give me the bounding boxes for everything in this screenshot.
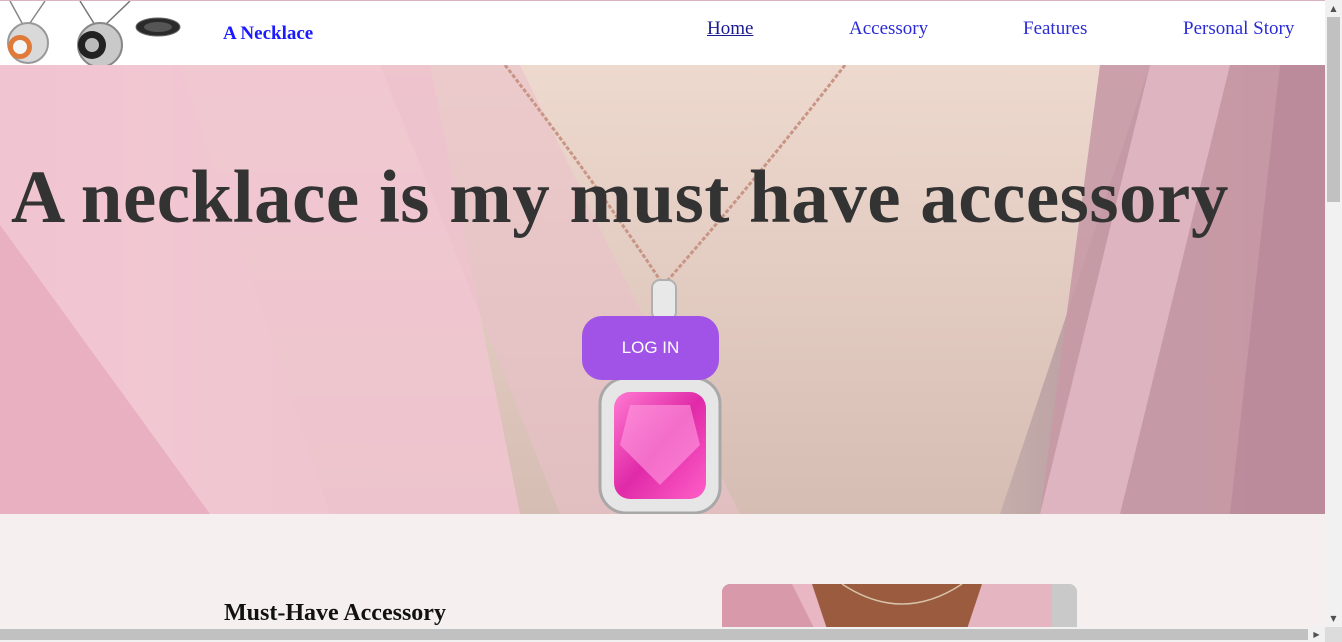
vertical-scrollbar[interactable]: ▲ ▼ [1325, 0, 1342, 627]
necklace-logo-icon [0, 1, 185, 65]
horizontal-scroll-thumb[interactable] [0, 629, 1308, 640]
hero-necklace-image [0, 65, 1325, 514]
horizontal-scrollbar[interactable]: ▶ [0, 627, 1325, 642]
woman-necklace-photo [722, 584, 1077, 627]
page-viewport: A Necklace Home Accessory Features Perso… [0, 0, 1325, 627]
scroll-up-arrow-icon[interactable]: ▲ [1325, 0, 1342, 17]
nav-personal-story[interactable]: Personal Story [1183, 18, 1294, 40]
login-button[interactable]: LOG IN [582, 316, 719, 380]
nav-features[interactable]: Features [1023, 18, 1087, 40]
hero-title: A necklace is my must have accessory [11, 156, 1229, 239]
nav-accessory[interactable]: Accessory [849, 18, 928, 40]
scroll-down-arrow-icon[interactable]: ▼ [1325, 610, 1342, 627]
brand-title[interactable]: A Necklace [223, 23, 313, 45]
site-header: A Necklace Home Accessory Features Perso… [0, 1, 1325, 65]
nav-home[interactable]: Home [707, 18, 753, 40]
section-image [722, 584, 1077, 627]
scrollbar-corner [1325, 627, 1342, 642]
vertical-scroll-thumb[interactable] [1327, 17, 1340, 202]
section-title: Must-Have Accessory [224, 600, 446, 626]
logo-image[interactable] [0, 1, 185, 65]
hero-banner: A necklace is my must have accessory LOG… [0, 65, 1325, 514]
scroll-right-arrow-icon[interactable]: ▶ [1308, 627, 1325, 642]
